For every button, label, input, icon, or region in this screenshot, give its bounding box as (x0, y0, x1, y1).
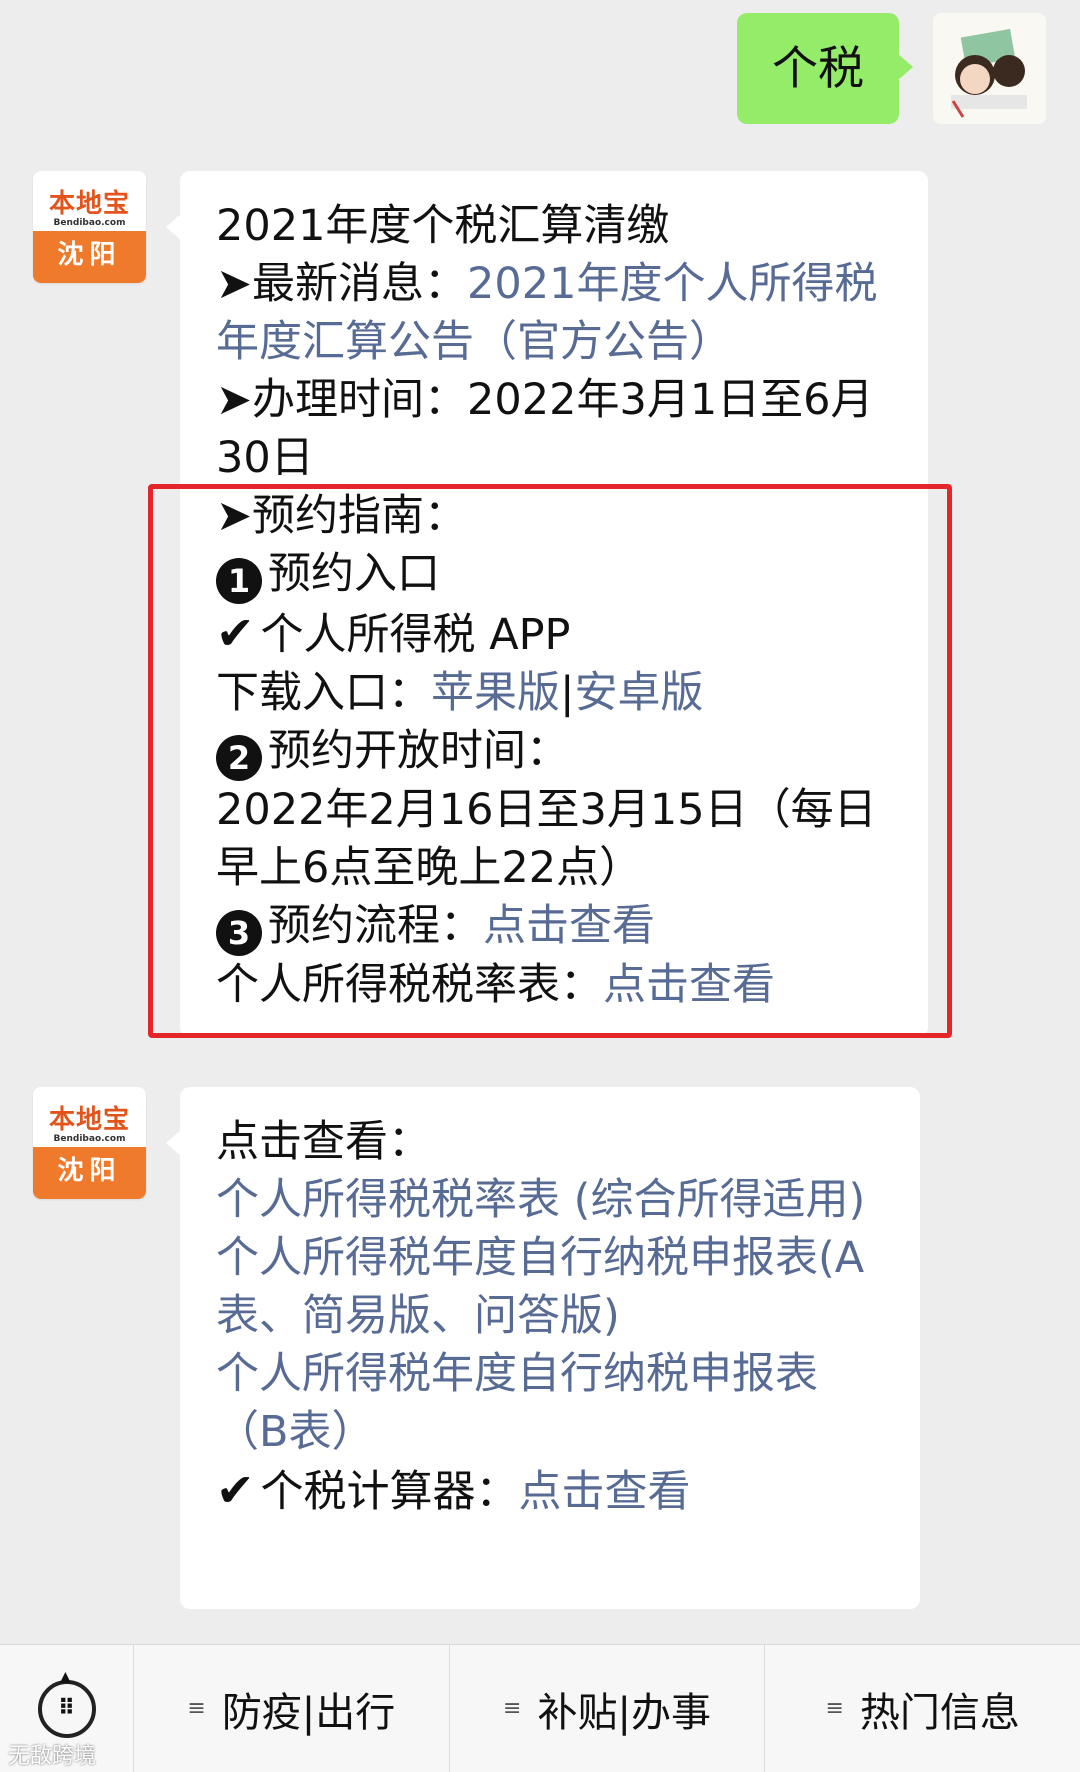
download-separator: | (560, 668, 575, 718)
form-a-link[interactable]: 个人所得税年度自行纳税申报表(A表、简易版、问答版) (216, 1229, 886, 1345)
step-1-label: 预约入口 (268, 549, 440, 599)
download-apple-link[interactable]: 苹果版 (431, 668, 560, 718)
form-b-link[interactable]: 个人所得税年度自行纳税申报表（B表） (216, 1345, 886, 1461)
step-2-number-icon: 2 (216, 735, 262, 781)
download-android-link[interactable]: 安卓版 (575, 668, 704, 718)
rate-link[interactable]: 点击查看 (603, 960, 775, 1010)
step-3-number-icon: 3 (216, 910, 262, 956)
up-arrow-icon: ▲ (60, 1669, 71, 1685)
menu-item-subsidy-services[interactable]: ≡ 补贴|办事 (450, 1645, 766, 1772)
checkmark-icon: ✔ (216, 1463, 255, 1517)
calculator-label: 个税计算器： (260, 1467, 519, 1517)
rate-line: 个人所得税税率表：点击查看 (216, 956, 894, 1014)
user-avatar[interactable] (933, 13, 1046, 124)
bottom-menu-bar: ▲ ⠿ ≡ 防疫|出行 ≡ 补贴|办事 ≡ 热门信息 (0, 1644, 1080, 1772)
logo-text: 本地宝 (48, 189, 130, 219)
bot-avatar[interactable]: 本地宝 Bendibao.com 沈阳 (33, 1087, 146, 1199)
user-avatar-illustration (933, 13, 1046, 124)
tax-rate-table-link[interactable]: 个人所得税税率表 (综合所得适用) (216, 1171, 886, 1229)
watermark: 无敌跨境 (8, 1744, 97, 1769)
app-line: ✔ 个人所得税 APP (216, 604, 894, 664)
menu-list-icon: ≡ (503, 1696, 522, 1721)
step-2: 2 预约开放时间： (216, 722, 894, 781)
step-2-value: 2022年2月16日至3月15日（每日早上6点至晚上22点） (216, 785, 877, 893)
menu-list-icon: ≡ (825, 1696, 844, 1721)
time-label: ➤办理时间： (216, 375, 468, 425)
bot-message-bubble: 点击查看： 个人所得税税率表 (综合所得适用) 个人所得税年度自行纳税申报表(A… (166, 1087, 920, 1609)
download-line: 下载入口：苹果版|安卓版 (216, 664, 894, 722)
keyboard-icon: ⠿ (37, 1679, 96, 1738)
message-title: 2021年度个税汇算清缴 (216, 201, 670, 251)
menu-item-label: 防疫|出行 (221, 1689, 396, 1736)
step-3-label: 预约流程： (268, 901, 483, 951)
logo-text: 本地宝 (48, 1105, 130, 1135)
step-2-label: 预约开放时间： (268, 726, 569, 776)
user-message-bubble[interactable]: 个税 (737, 13, 913, 124)
rate-label: 个人所得税税率表： (216, 960, 603, 1010)
menu-item-label: 热门信息 (859, 1689, 1020, 1736)
menu-item-label: 补贴|办事 (537, 1689, 711, 1736)
step-1-number-icon: 1 (216, 558, 262, 604)
logo-city: 沈阳 (33, 1147, 146, 1199)
menu-item-hot-info[interactable]: ≡ 热门信息 (765, 1645, 1080, 1772)
menu-list-icon: ≡ (187, 1696, 206, 1721)
calculator-link[interactable]: 点击查看 (519, 1467, 691, 1517)
bendibao-logo: 本地宝 Bendibao.com (33, 1087, 146, 1147)
guide-label: ➤预约指南： (216, 491, 468, 541)
menu-item-epidemic-travel[interactable]: ≡ 防疫|出行 (134, 1645, 450, 1772)
news-label: ➤最新消息： (216, 259, 468, 309)
time-line: ➤办理时间：2022年3月1日至6月30日 (216, 371, 894, 487)
news-line: ➤最新消息：2021年度个人所得税年度汇算公告（官方公告） (216, 255, 894, 371)
links-header: 点击查看： (216, 1117, 431, 1167)
logo-city: 沈阳 (33, 231, 146, 283)
download-label: 下载入口： (216, 668, 431, 718)
bot-message-bubble: 2021年度个税汇算清缴 ➤最新消息：2021年度个人所得税年度汇算公告（官方公… (166, 171, 928, 1037)
checkmark-icon: ✔ (216, 606, 255, 660)
step-1: 1 预约入口 (216, 545, 894, 604)
calculator-line: ✔ 个税计算器：点击查看 (216, 1461, 886, 1521)
bendibao-logo: 本地宝 Bendibao.com (33, 171, 146, 231)
app-name: 个人所得税 APP (260, 610, 571, 660)
step-3: 3 预约流程：点击查看 (216, 897, 894, 956)
bot-avatar[interactable]: 本地宝 Bendibao.com 沈阳 (33, 171, 146, 283)
step-3-link[interactable]: 点击查看 (483, 901, 655, 951)
